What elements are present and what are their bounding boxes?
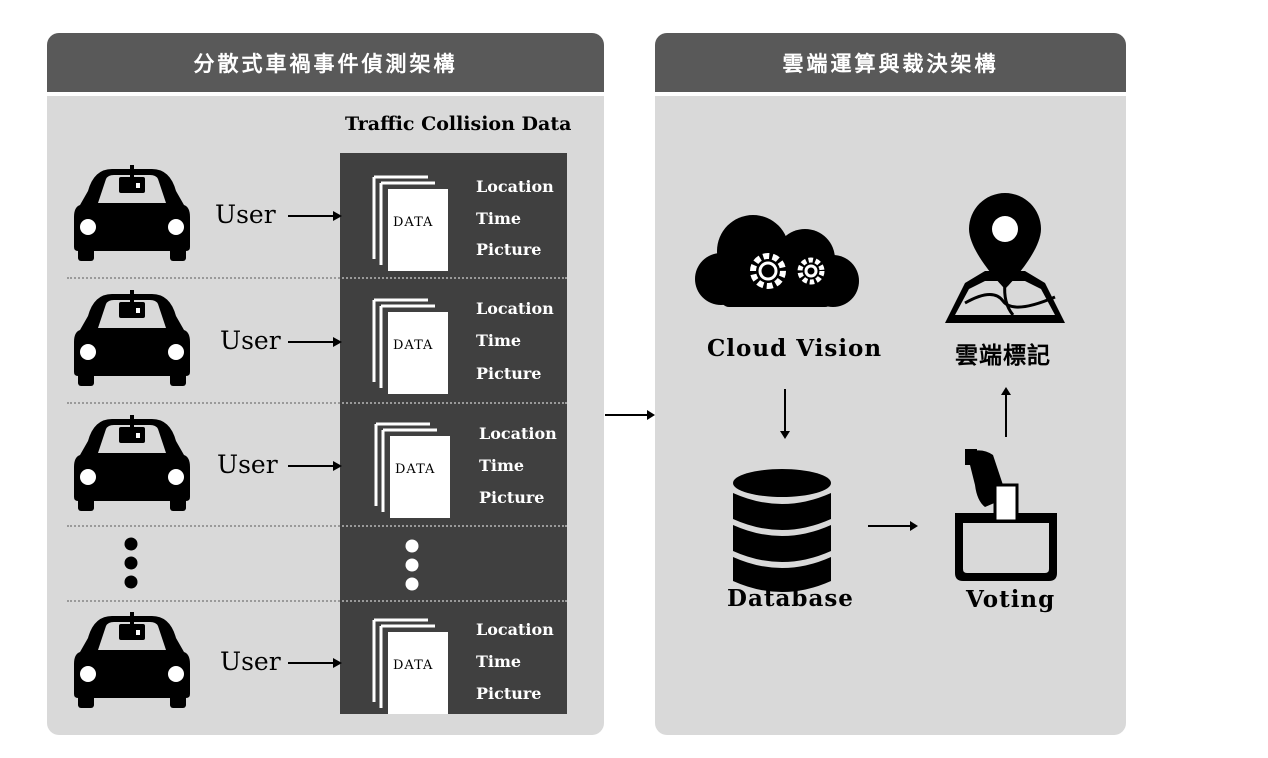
ellipsis-icon — [405, 539, 419, 591]
arrow-down-icon — [780, 389, 790, 439]
car-icon — [74, 165, 190, 261]
cloud-gears-icon — [695, 215, 859, 307]
arrow-right-icon — [868, 521, 918, 531]
database-label: Database — [727, 585, 854, 612]
collision-data-title: Traffic Collision Data — [345, 113, 572, 135]
field-picture: Picture — [476, 364, 542, 383]
field-location: Location — [479, 424, 557, 443]
field-time: Time — [476, 209, 522, 228]
arrow-right-icon — [288, 337, 342, 347]
row-divider — [67, 402, 567, 404]
row-divider — [67, 525, 567, 527]
user-label: User — [220, 326, 281, 355]
field-time: Time — [479, 456, 525, 475]
arrow-right-icon — [605, 410, 655, 420]
ballot-box-icon — [955, 449, 1057, 581]
arrow-right-icon — [288, 211, 342, 221]
database-icon — [733, 469, 831, 592]
left-panel-title: 分散式車禍事件偵測架構 — [47, 33, 604, 92]
field-location: Location — [476, 177, 554, 196]
user-label: User — [215, 200, 276, 229]
field-time: Time — [476, 652, 522, 671]
field-picture: Picture — [479, 488, 545, 507]
field-location: Location — [476, 299, 554, 318]
field-time: Time — [476, 331, 522, 350]
arrow-right-icon — [288, 658, 342, 668]
field-picture: Picture — [476, 240, 542, 259]
voting-label: Voting — [966, 586, 1056, 613]
distributed-detection-panel: 分散式車禍事件偵測架構 Traffic Collision Data User … — [47, 33, 604, 735]
header-separator — [47, 92, 604, 96]
cloud-adjudication-panel: 雲端運算與裁決架構 Cloud Vision Database 雲端標記 Vot… — [655, 33, 1126, 735]
document-label: DATA — [393, 658, 434, 673]
row-divider — [67, 600, 567, 602]
cloud-mark-label: 雲端標記 — [955, 342, 1051, 369]
car-icon — [74, 612, 190, 708]
user-label: User — [217, 450, 278, 479]
document-label: DATA — [393, 215, 434, 230]
arrow-up-icon — [1001, 387, 1011, 437]
ellipsis-icon — [124, 537, 138, 589]
field-location: Location — [476, 620, 554, 639]
header-separator — [655, 92, 1126, 96]
car-icon — [74, 290, 190, 386]
document-label: DATA — [395, 462, 436, 477]
document-label: DATA — [393, 338, 434, 353]
field-picture: Picture — [476, 684, 542, 703]
car-icon — [74, 415, 190, 511]
arrow-right-icon — [288, 461, 342, 471]
row-divider — [67, 277, 567, 279]
user-label: User — [220, 647, 281, 676]
right-panel-title: 雲端運算與裁決架構 — [655, 33, 1126, 92]
map-pin-icon — [945, 193, 1065, 323]
cloud-vision-label: Cloud Vision — [707, 335, 883, 362]
